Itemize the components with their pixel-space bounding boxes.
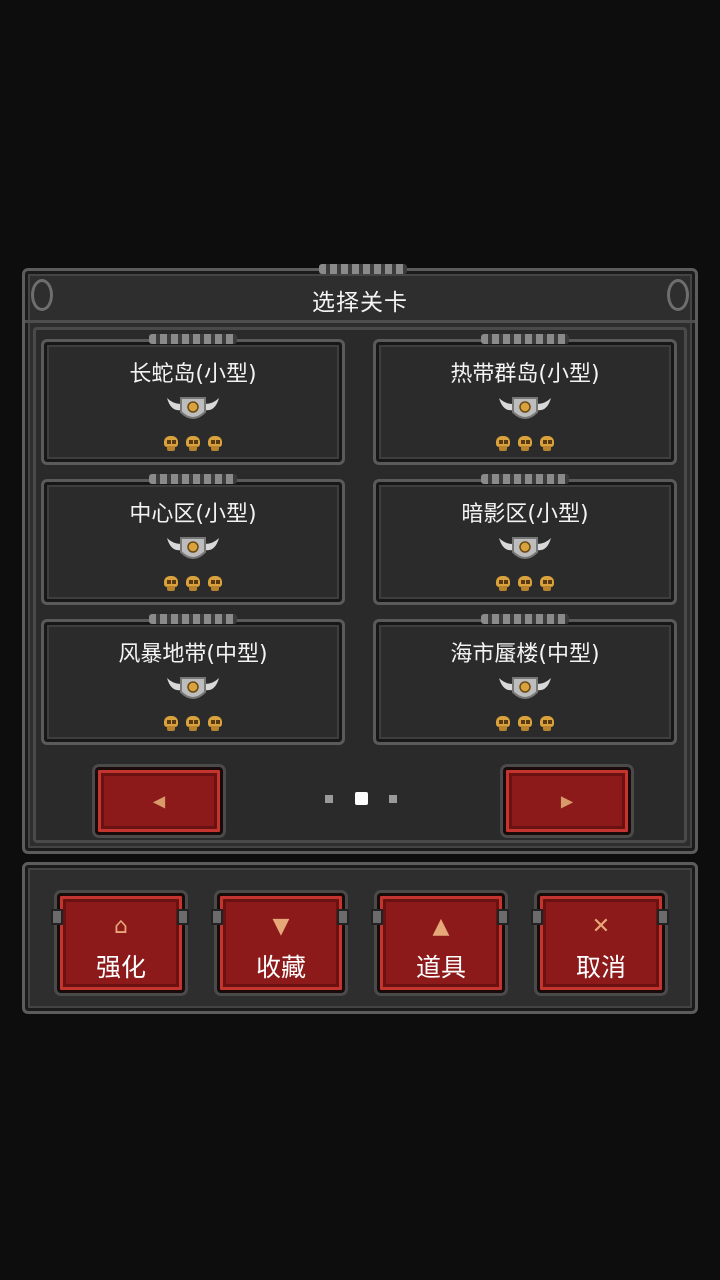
dialog-title: 选择关卡 <box>312 290 408 316</box>
level-card[interactable]: 长蛇岛(小型) <box>41 334 345 465</box>
level-card[interactable]: 暗影区(小型) <box>373 474 677 605</box>
upgrade-label: 强化 <box>95 953 146 982</box>
dialog-header: 选择关卡 <box>25 264 695 323</box>
prev-page-button[interactable]: ◀ <box>95 767 223 835</box>
skull-icon <box>185 436 201 452</box>
skull-icon <box>539 436 555 452</box>
skull-icon <box>495 576 511 592</box>
skull-icon <box>495 716 511 732</box>
level-name: 热带群岛(小型) <box>450 362 600 387</box>
action-bar: ⌂ 强化 ▼ 收藏 ▲ 道具 ✕ 取消 <box>22 862 698 1014</box>
difficulty-skulls <box>44 436 342 452</box>
horned-shield-icon <box>167 397 219 419</box>
cancel-label: 取消 <box>575 953 626 982</box>
chain-ornament <box>481 474 569 484</box>
horned-shield-icon <box>499 537 551 559</box>
button-clip <box>337 909 349 925</box>
horned-shield-icon <box>499 397 551 419</box>
chain-ornament <box>481 334 569 344</box>
cancel-button[interactable]: ✕ 取消 <box>537 893 665 993</box>
button-clip <box>531 909 543 925</box>
page-dot-active <box>355 792 368 805</box>
level-select-dialog: 选择关卡 长蛇岛(小型) 热带群岛(小型) 中心区(小型) 暗影区(小型) 风暴… <box>22 264 698 854</box>
level-card[interactable]: 风暴地带(中型) <box>41 614 345 745</box>
skull-icon <box>517 576 533 592</box>
level-card[interactable]: 海市蜃楼(中型) <box>373 614 677 745</box>
skull-icon <box>517 436 533 452</box>
level-name: 风暴地带(中型) <box>118 642 268 667</box>
skull-icon <box>207 576 223 592</box>
level-name: 海市蜃楼(中型) <box>450 642 600 667</box>
chain-ornament <box>319 264 407 274</box>
skull-icon <box>163 576 179 592</box>
difficulty-skulls <box>44 576 342 592</box>
items-label: 道具 <box>415 953 466 982</box>
level-name: 暗影区(小型) <box>461 502 589 527</box>
button-clip <box>497 909 509 925</box>
button-clip <box>177 909 189 925</box>
level-name: 长蛇岛(小型) <box>129 362 257 387</box>
skull-icon <box>539 716 555 732</box>
chain-ornament <box>481 614 569 624</box>
upgrade-icon: ⌂ <box>114 914 128 939</box>
items-button[interactable]: ▲ 道具 <box>377 893 505 993</box>
chain-ornament <box>149 474 237 484</box>
page-dot <box>389 795 397 803</box>
difficulty-skulls <box>376 436 674 452</box>
page-dot <box>325 795 333 803</box>
close-icon: ✕ <box>591 914 611 939</box>
arrow-right-icon: ▶ <box>560 791 574 811</box>
difficulty-skulls <box>44 716 342 732</box>
skull-icon <box>185 576 201 592</box>
chain-ornament <box>149 334 237 344</box>
horned-shield-icon <box>167 677 219 699</box>
chain-ornament <box>149 614 237 624</box>
collection-button[interactable]: ▼ 收藏 <box>217 893 345 993</box>
page-indicator <box>325 791 405 807</box>
button-clip <box>371 909 383 925</box>
button-clip <box>657 909 669 925</box>
skull-icon <box>207 716 223 732</box>
next-page-button[interactable]: ▶ <box>503 767 631 835</box>
skull-icon <box>207 436 223 452</box>
level-card[interactable]: 热带群岛(小型) <box>373 334 677 465</box>
collection-label: 收藏 <box>255 953 306 982</box>
potion-icon: ▲ <box>432 914 450 939</box>
skull-icon <box>163 436 179 452</box>
goblet-icon: ▼ <box>272 914 290 939</box>
button-clip <box>211 909 223 925</box>
skull-icon <box>539 576 555 592</box>
horned-shield-icon <box>499 677 551 699</box>
difficulty-skulls <box>376 576 674 592</box>
level-name: 中心区(小型) <box>129 502 257 527</box>
skull-icon <box>185 716 201 732</box>
level-card[interactable]: 中心区(小型) <box>41 474 345 605</box>
skull-icon <box>495 436 511 452</box>
upgrade-button[interactable]: ⌂ 强化 <box>57 893 185 993</box>
arrow-left-icon: ◀ <box>152 791 166 811</box>
skull-icon <box>517 716 533 732</box>
difficulty-skulls <box>376 716 674 732</box>
skull-icon <box>163 716 179 732</box>
button-clip <box>51 909 63 925</box>
horned-shield-icon <box>167 537 219 559</box>
